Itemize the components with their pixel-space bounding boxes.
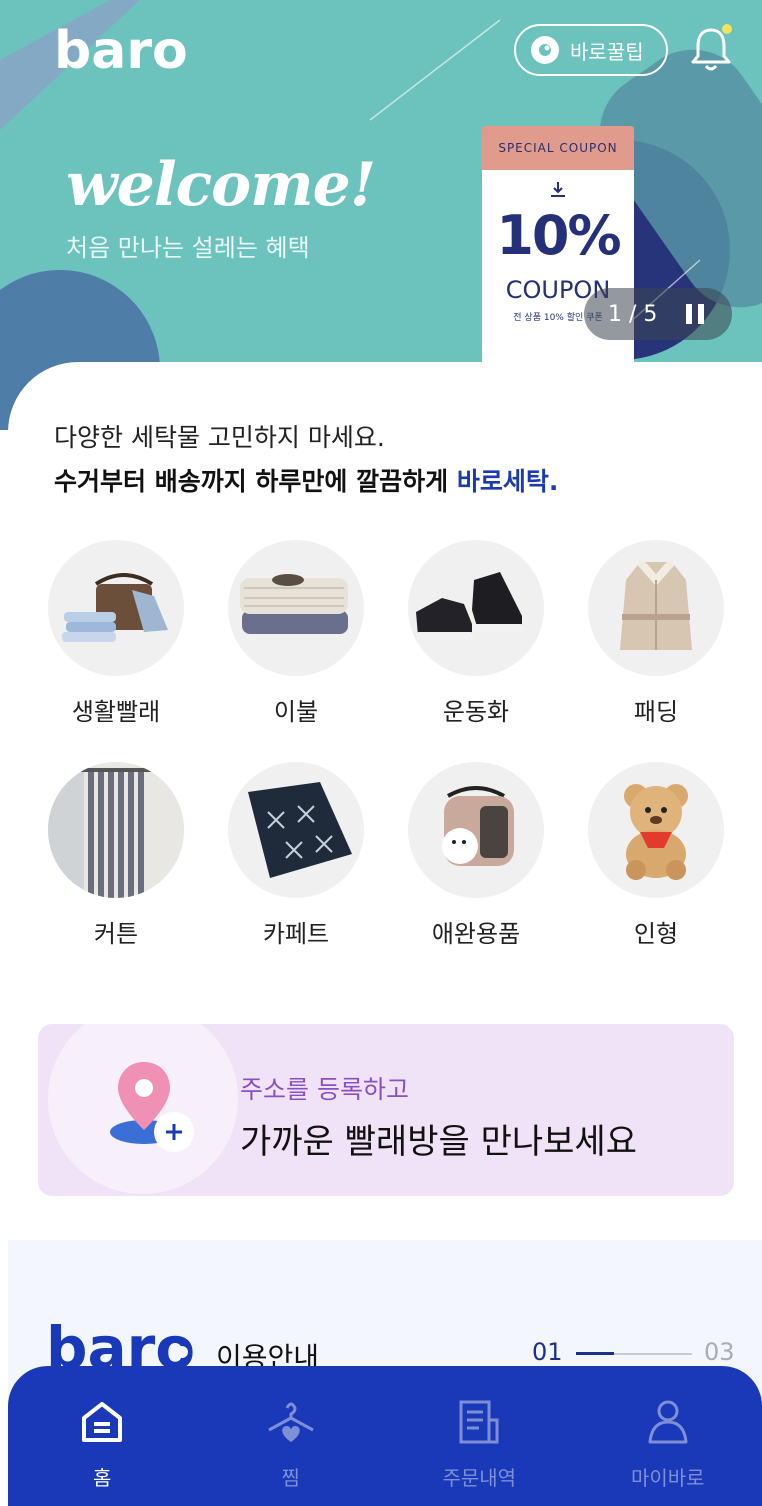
category-label: 생활빨래 bbox=[71, 698, 161, 726]
address-banner-line1: 주소를 등록하고 bbox=[240, 1075, 409, 1104]
nav-label-orders: 주문내역 bbox=[442, 1466, 517, 1490]
intro-brand: 바로세탁. bbox=[456, 467, 559, 496]
category-label: 패딩 bbox=[633, 698, 679, 726]
curtain-icon bbox=[48, 762, 184, 898]
nav-label-home: 홈 bbox=[93, 1466, 112, 1490]
category-carpet[interactable]: 카페트 bbox=[206, 762, 386, 949]
tips-button[interactable]: 바로꿀팁 bbox=[514, 24, 668, 76]
intro-line1: 다양한 세탁물 고민하지 마세요. bbox=[54, 423, 385, 452]
nav-mypage[interactable]: 마이바로 bbox=[574, 1366, 762, 1506]
nav-label-wishlist: 찜 bbox=[281, 1466, 300, 1490]
category-label: 커튼 bbox=[93, 920, 139, 948]
logo-text: baro bbox=[54, 22, 186, 74]
hero-subtitle: 처음 만나는 설레는 혜택 bbox=[66, 234, 310, 262]
address-register-banner[interactable]: 주소를 등록하고 가까운 빨래방을 만나보세요 bbox=[38, 1024, 734, 1196]
guide-progress-fill bbox=[576, 1352, 614, 1355]
download-icon bbox=[551, 182, 565, 197]
intro-line2-text: 수거부터 배송까지 하루만에 깔끔하게 bbox=[54, 467, 457, 496]
baro-logo: baro bbox=[54, 22, 186, 74]
category-sneakers[interactable]: 운동화 bbox=[386, 540, 566, 727]
teddy-bear-icon bbox=[624, 784, 688, 880]
slide-counter: 1 / 5 bbox=[608, 301, 658, 327]
category-laundry[interactable]: 생활빨래 bbox=[26, 540, 206, 727]
bottom-nav: 홈 찜 주문내역 마이바로 bbox=[8, 1366, 762, 1506]
carpet-icon bbox=[248, 782, 352, 878]
nav-orders[interactable]: 주문내역 bbox=[385, 1366, 574, 1506]
coat-icon bbox=[620, 559, 692, 650]
category-label: 이불 bbox=[273, 698, 319, 726]
location-pin-icon bbox=[110, 1062, 194, 1152]
category-doll[interactable]: 인형 bbox=[566, 762, 746, 949]
laundry-basket-icon bbox=[62, 573, 168, 642]
hero-title: welcome! bbox=[66, 150, 376, 220]
guide-total-index: 03 bbox=[704, 1338, 735, 1366]
tips-label: 바로꿀팁 bbox=[570, 39, 644, 64]
notification-dot bbox=[722, 24, 732, 34]
blanket-icon bbox=[240, 574, 348, 634]
hanger-heart-icon bbox=[268, 1402, 314, 1442]
tip-icon bbox=[531, 36, 559, 64]
sneakers-icon bbox=[416, 572, 524, 640]
nav-home[interactable]: 홈 bbox=[8, 1366, 197, 1506]
address-banner-line2: 가까운 빨래방을 만나보세요 bbox=[240, 1122, 637, 1162]
nav-wishlist[interactable]: 찜 bbox=[197, 1366, 386, 1506]
category-padding[interactable]: 패딩 bbox=[566, 540, 746, 727]
coupon-amount: 10% bbox=[496, 204, 621, 267]
nav-label-mypage: 마이바로 bbox=[630, 1466, 705, 1490]
coupon-tag: SPECIAL COUPON bbox=[482, 126, 634, 170]
slide-pager: 1 / 5 bbox=[584, 288, 732, 340]
pause-icon[interactable] bbox=[684, 304, 706, 324]
intro-line2: 수거부터 배송까지 하루만에 깔끔하게 바로세탁. bbox=[54, 462, 558, 498]
home-icon bbox=[82, 1402, 123, 1442]
category-blanket[interactable]: 이불 bbox=[206, 540, 386, 727]
category-label: 운동화 bbox=[442, 698, 510, 726]
guide-current-index: 01 bbox=[532, 1338, 563, 1366]
category-label: 애완용품 bbox=[431, 920, 521, 948]
category-label: 카페트 bbox=[262, 920, 330, 948]
category-label: 인형 bbox=[633, 920, 679, 948]
category-pet[interactable]: 애완용품 bbox=[386, 762, 566, 949]
receipt-icon bbox=[459, 1400, 499, 1444]
category-curtain[interactable]: 커튼 bbox=[26, 762, 206, 949]
pet-carrier-icon bbox=[442, 786, 514, 866]
person-icon bbox=[648, 1400, 688, 1444]
